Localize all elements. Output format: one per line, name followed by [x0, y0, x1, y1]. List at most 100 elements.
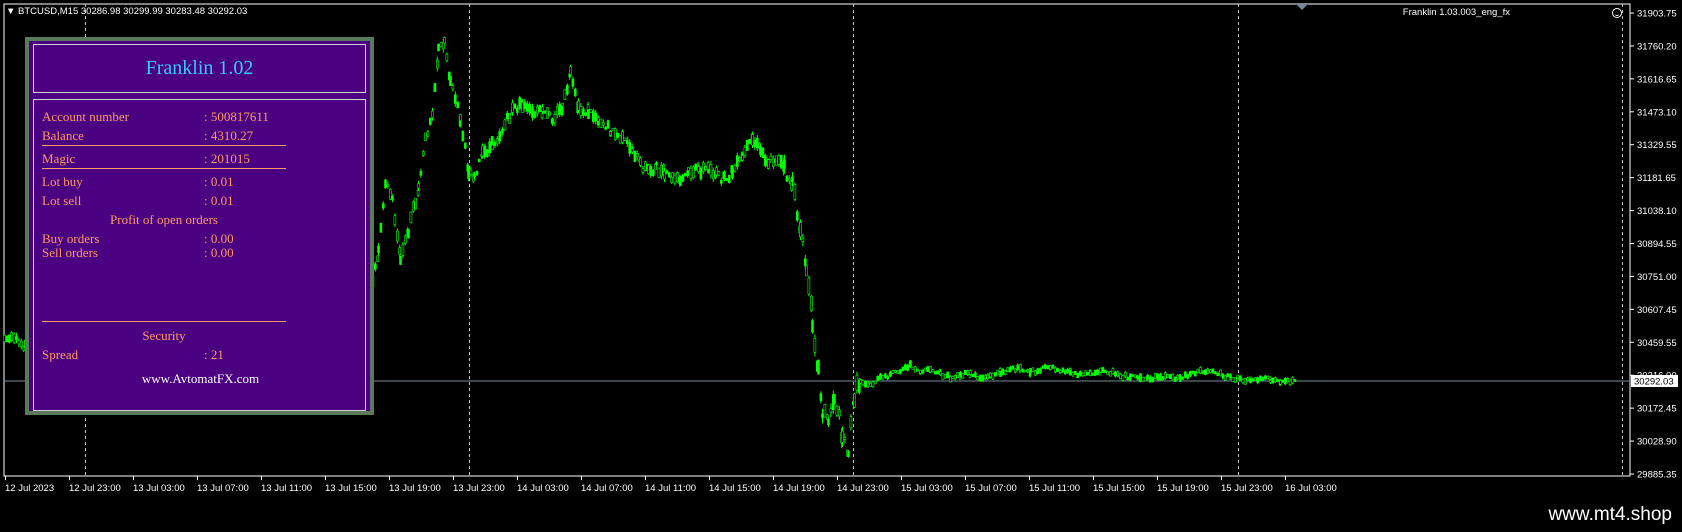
lot-buy-label: Lot buy: [42, 174, 83, 189]
website-link[interactable]: www.AvtomatFX.com: [34, 371, 367, 387]
candle-body: [377, 245, 380, 253]
candle-body: [951, 376, 955, 379]
candle-body: [853, 393, 856, 408]
candle-body: [591, 110, 595, 122]
candle-body: [896, 370, 900, 375]
candle-body: [511, 102, 514, 113]
time-tick-label: 13 Jul 23:00: [453, 483, 505, 494]
candle-body: [545, 107, 549, 119]
candle-body: [829, 408, 833, 413]
expert-smile-icon[interactable]: [1612, 8, 1622, 18]
candle-body: [1036, 368, 1039, 374]
candle-body: [1061, 367, 1065, 373]
candle-body: [401, 244, 405, 256]
candle-body: [795, 211, 799, 221]
candle-body: [1236, 374, 1239, 380]
candle-body: [518, 97, 522, 109]
candle-body: [1269, 380, 1272, 383]
candle-body: [1214, 371, 1217, 375]
candle-body: [1256, 377, 1259, 384]
candle-body: [738, 157, 742, 162]
candle-body: [528, 104, 532, 114]
candle-body: [811, 320, 814, 333]
candle-body: [689, 167, 693, 179]
time-tick-label: 14 Jul 23:00: [837, 483, 889, 494]
price-tick-label: 30459.55: [1637, 338, 1677, 349]
candle-body: [633, 150, 637, 162]
candle-body: [1156, 373, 1159, 381]
price-tick-label: 30894.55: [1637, 239, 1677, 250]
candle-body: [1064, 370, 1067, 375]
candle-body: [456, 101, 460, 109]
candle-body: [943, 374, 947, 379]
candle-body: [488, 141, 492, 153]
time-tick-label: 14 Jul 11:00: [645, 483, 696, 494]
candle-body: [1109, 371, 1112, 377]
candle-body: [759, 146, 762, 156]
candle-body: [513, 103, 517, 109]
candle-body: [12, 333, 16, 343]
candle-body: [1216, 372, 1219, 377]
candle-body: [1291, 377, 1294, 384]
candle-body: [959, 372, 962, 377]
candle-body: [475, 171, 479, 176]
candle-body: [569, 66, 572, 75]
candle-body: [783, 159, 786, 169]
candle-body: [979, 375, 982, 381]
candle-body: [921, 369, 925, 374]
price-chart[interactable]: 31903.75 31760.20 31616.65 31473.10 31329.55…: [0, 0, 1682, 500]
candle-body: [631, 148, 634, 153]
candle-body: [555, 106, 559, 115]
candle-body: [1031, 367, 1035, 373]
candle-body: [715, 167, 718, 176]
candle-body: [946, 371, 950, 379]
candle-body: [483, 145, 487, 158]
candle-body: [577, 100, 580, 111]
candle-body: [833, 394, 836, 404]
collapse-triangle-icon[interactable]: ▼: [6, 6, 15, 17]
candle-body: [665, 170, 669, 174]
candle-body: [1024, 369, 1027, 373]
candle-body: [969, 370, 972, 375]
candle-body: [606, 120, 610, 129]
candle-body: [1139, 373, 1142, 380]
candle-body: [709, 164, 713, 176]
candle-body: [641, 168, 645, 173]
candle-body: [777, 155, 781, 165]
candle-body: [1261, 376, 1265, 381]
candle-body: [763, 155, 767, 166]
divider: [42, 168, 286, 169]
candle-body: [493, 141, 497, 146]
candle-body: [1196, 368, 1199, 374]
profit-section-title: Profit of open orders: [110, 212, 218, 227]
candle-body: [893, 370, 897, 373]
candle-body: [449, 75, 452, 86]
candle-body: [623, 137, 627, 141]
candle-body: [1244, 378, 1247, 385]
candle-body: [1106, 371, 1109, 375]
candle-body: [10, 332, 13, 341]
candle-body: [941, 373, 945, 380]
candle-body: [731, 167, 734, 178]
footer-bar: www.mt4.shop: [0, 500, 1682, 532]
account-number-value: : 500817611: [204, 109, 269, 124]
candle-body: [501, 128, 504, 133]
magic-label: Magic: [42, 151, 76, 166]
price-tick-label: 30751.00: [1637, 272, 1677, 283]
candle-body: [963, 370, 967, 376]
shift-marker-icon[interactable]: [1296, 4, 1308, 10]
candle-body: [1288, 379, 1292, 385]
candle-body: [883, 373, 887, 378]
price-tick-label: 31038.10: [1637, 206, 1677, 217]
price-tick-label: 29885.35: [1637, 470, 1677, 481]
candle-body: [1219, 369, 1222, 377]
candle-body: [535, 106, 539, 114]
candle-body: [459, 114, 462, 121]
candle-body: [469, 169, 473, 175]
candle-body: [923, 367, 927, 371]
price-tick-label: 31903.75: [1637, 9, 1677, 20]
time-tick-label: 13 Jul 11:00: [261, 483, 312, 494]
candle-body: [1164, 372, 1167, 379]
candle-body: [551, 119, 554, 125]
lot-sell-label: Lot sell: [42, 193, 82, 208]
